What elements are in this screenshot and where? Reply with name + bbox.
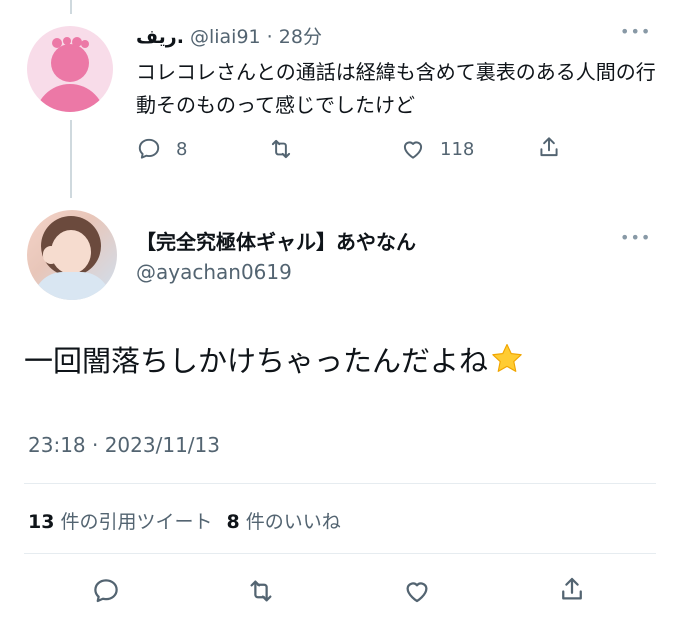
quote-stat[interactable]: 13 件の引用ツイート [28,511,213,533]
reply-action-like[interactable]: 118 [400,136,474,162]
reply-count: 8 [176,138,188,160]
divider-top [24,483,656,484]
reply-text: コレコレさんとの通話は経緯も含めて裏表のある人間の行動そのものって感じでしたけど [136,60,656,117]
reply-more-icon[interactable]: ••• [620,22,651,41]
avatar-ayachan0619[interactable] [27,210,117,300]
heart-icon [403,141,423,159]
bow-icon [52,37,89,48]
tweet-stats: 13 件の引用ツイート 8 件のいいね [28,507,341,534]
reply-time[interactable]: 28分 [279,26,322,48]
reply-action-share[interactable] [536,134,562,160]
like-count-main: 8 [226,511,240,533]
reply-icon[interactable] [91,576,121,606]
comment-icon [138,138,160,159]
share-icon [540,137,558,157]
like-stat[interactable]: 8 件のいいね [227,511,341,533]
like-label: 件のいいね [245,511,341,533]
reply-author-handle[interactable]: @liai91 [190,26,261,48]
tweet-text: 一回闇落ちしかけちゃったんだよね [24,344,489,378]
reply-action-retweet[interactable] [268,136,294,162]
thread-line-bottom [70,120,72,198]
tweet-author-name[interactable]: 【完全究極体ギャル】あやなん [136,226,416,255]
tweet-timestamp[interactable]: 23:18 · 2023/11/13 [28,433,220,457]
retweet-icon [271,139,291,159]
star-emoji-icon [492,343,522,372]
retweet-icon-main[interactable] [246,576,276,606]
like-count: 118 [440,138,475,160]
avatar-liai91[interactable] [27,26,113,112]
reply-author-name[interactable]: ريف. [136,26,184,48]
reply-action-reply[interactable]: 8 [136,136,187,162]
quote-label: 件の引用ツイート [60,511,213,533]
like-icon-main[interactable] [402,576,432,606]
tweet-more-icon[interactable]: ••• [620,228,651,247]
reply-separator: · [266,26,273,48]
reply-header: ريف. @liai91 · 28分 [136,22,322,49]
divider-bottom [24,553,656,554]
share-icon-main[interactable] [557,574,587,604]
thread-line-top [70,0,72,14]
quote-count: 13 [28,511,55,533]
tweet-text-row: 一回闇落ちしかけちゃったんだよね [24,338,524,380]
tweet-author-handle[interactable]: @ayachan0619 [136,260,292,284]
